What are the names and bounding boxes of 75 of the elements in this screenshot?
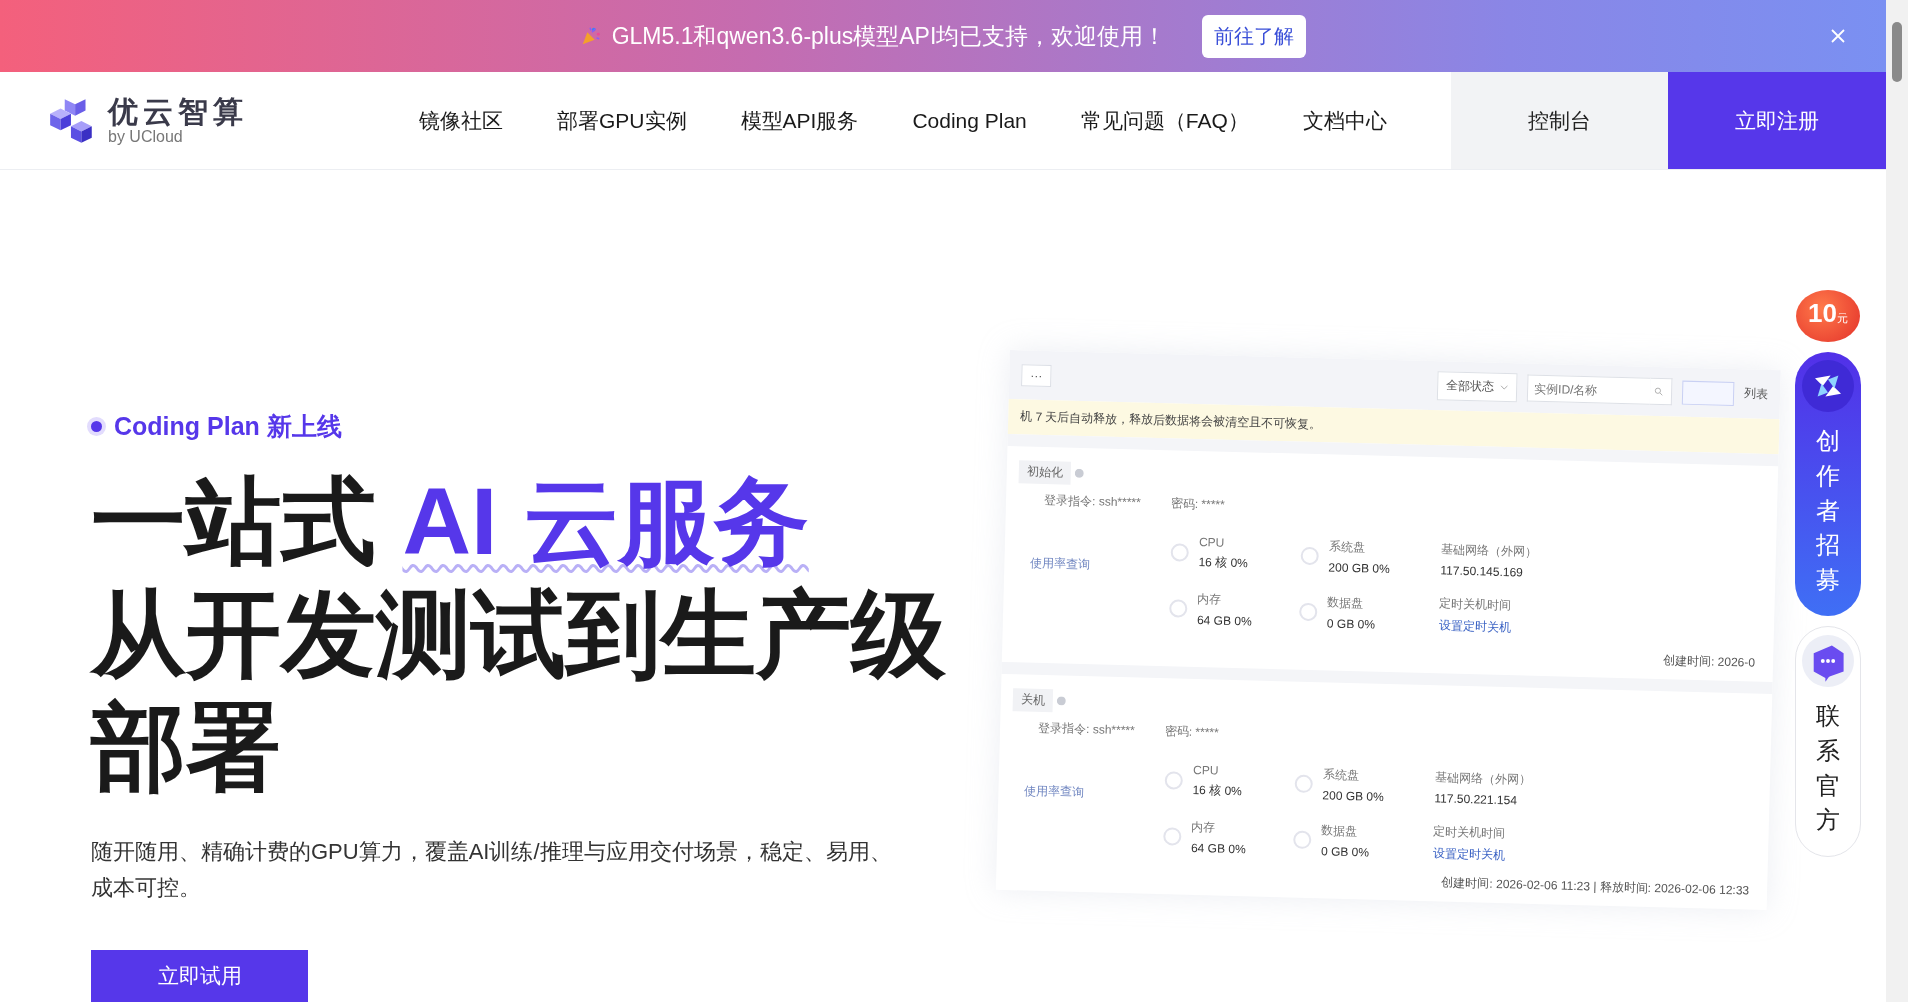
metric-value: 0 GB 0% xyxy=(1320,843,1370,860)
metric-value: 200 GB 0% xyxy=(1322,788,1384,804)
metric-value: 16 核 0% xyxy=(1198,554,1249,573)
metric-label: 定时关机时间 xyxy=(1433,823,1506,843)
gauge-ring-icon xyxy=(1299,602,1318,621)
headline-text: 从开发测试到生产级 xyxy=(91,581,946,687)
gauge-ring-icon xyxy=(1294,774,1313,794)
gauge-ring-icon xyxy=(1293,830,1312,849)
metric-value: 16 核 0% xyxy=(1192,781,1243,801)
caret-icon xyxy=(1500,384,1509,391)
instance-status: 关机 xyxy=(1012,688,1054,713)
chat-icon xyxy=(1802,635,1854,687)
password-text: 密码: ***** xyxy=(1170,495,1225,514)
metric-value: 117.50.145.169 xyxy=(1440,563,1525,580)
password-text: 密码: ***** xyxy=(1164,723,1219,742)
login-command: 登录指令: ssh***** xyxy=(1037,719,1135,740)
nav-link[interactable]: 常见问题（FAQ） xyxy=(1080,106,1249,135)
usage-query-link[interactable]: 使用率查询 xyxy=(1008,758,1166,856)
brand-name[interactable]: 优云智算 xyxy=(108,95,248,128)
search-icon xyxy=(1649,377,1673,406)
nav-link[interactable]: 部署GPU实例 xyxy=(557,106,687,135)
nav-link[interactable]: 镜像社区 xyxy=(419,106,503,135)
instance-timestamps: 创建时间: 2026-0 xyxy=(1662,653,1756,670)
learn-more-button[interactable]: 前往了解 xyxy=(1202,14,1307,58)
console-button[interactable]: 控制台 xyxy=(1451,72,1668,169)
close-icon[interactable] xyxy=(1830,28,1846,44)
headline-text: 部署 xyxy=(91,694,281,800)
gauge-ring-icon xyxy=(1300,546,1319,566)
metric-label: 内存 xyxy=(1197,590,1223,609)
instance-status: 初始化 xyxy=(1018,460,1072,485)
try-now-button[interactable]: 立即试用 xyxy=(91,950,308,1002)
more-button[interactable]: ··· xyxy=(1021,363,1052,387)
metric-label: 基础网络（外网） xyxy=(1440,541,1538,561)
announcement-tag: Coding Plan 新上线 xyxy=(114,410,342,443)
scrollbar-thumb[interactable] xyxy=(1892,22,1902,82)
metric-label: CPU xyxy=(1192,762,1220,779)
metric-label: 数据盘 xyxy=(1321,821,1359,840)
nav-link[interactable]: 文档中心 xyxy=(1302,106,1387,135)
gauge-ring-icon xyxy=(1164,771,1183,790)
headline-text: AI 云服务 xyxy=(402,468,809,574)
metric-value: 0 GB 0% xyxy=(1326,615,1376,632)
nav-link[interactable]: 模型API服务 xyxy=(740,106,859,135)
hero-description: 随开随用、精确计费的GPU算力，覆盖AI训练/推理与应用交付场景，稳定、易用、成本可控。 xyxy=(91,838,893,902)
metric-label: 系统盘 xyxy=(1328,538,1367,557)
status-dropdown[interactable]: 全部状态 xyxy=(1436,371,1518,403)
contact-button[interactable]: 联系官方 xyxy=(1795,626,1861,858)
schedule-shutdown-link[interactable]: 设置定时关机 xyxy=(1432,845,1506,865)
metric-label: 定时关机时间 xyxy=(1439,595,1512,615)
metric-value: 64 GB 0% xyxy=(1196,612,1252,628)
schedule-shutdown-link[interactable]: 设置定时关机 xyxy=(1438,617,1512,637)
instance-timestamps: 创建时间: 2026-02-06 11:23 | 释放时间: 2026-02-06 12:33 xyxy=(1441,875,1750,898)
metric-label: 系统盘 xyxy=(1322,766,1361,785)
toolbar-button[interactable] xyxy=(1681,380,1735,406)
metric-value: 64 GB 0% xyxy=(1190,840,1246,856)
brand-subtitle: by UCloud xyxy=(108,128,184,146)
status-dot xyxy=(91,421,102,432)
metric-value: 200 GB 0% xyxy=(1328,560,1390,576)
creator-recruit-button[interactable]: 创作者招募 xyxy=(1795,352,1861,616)
login-command: 登录指令: ssh***** xyxy=(1043,491,1141,512)
metric-value: 117.50.221.154 xyxy=(1434,791,1519,808)
banner-text: GLM5.1和qwen3.6-plus模型API均已支持，欢迎使用！ xyxy=(611,21,1167,51)
signup-button[interactable]: 立即注册 xyxy=(1668,72,1886,169)
gauge-ring-icon xyxy=(1169,598,1188,618)
metric-label: 数据盘 xyxy=(1327,593,1365,612)
scrollbar[interactable] xyxy=(1886,0,1908,1002)
metric-label: CPU xyxy=(1198,535,1226,551)
gauge-ring-icon xyxy=(1170,543,1189,562)
pinwheel-icon xyxy=(1802,360,1854,412)
metric-label: 基础网络（外网） xyxy=(1434,769,1532,789)
nav-link[interactable]: Coding Plan xyxy=(912,108,1027,133)
search-field[interactable]: 实例ID/名称 xyxy=(1526,374,1651,405)
gauge-ring-icon xyxy=(1163,826,1182,846)
metric-label: 内存 xyxy=(1191,818,1217,837)
headline-text: 一站式 xyxy=(91,468,377,574)
usage-query-link[interactable]: 使用率查询 xyxy=(1014,530,1172,628)
